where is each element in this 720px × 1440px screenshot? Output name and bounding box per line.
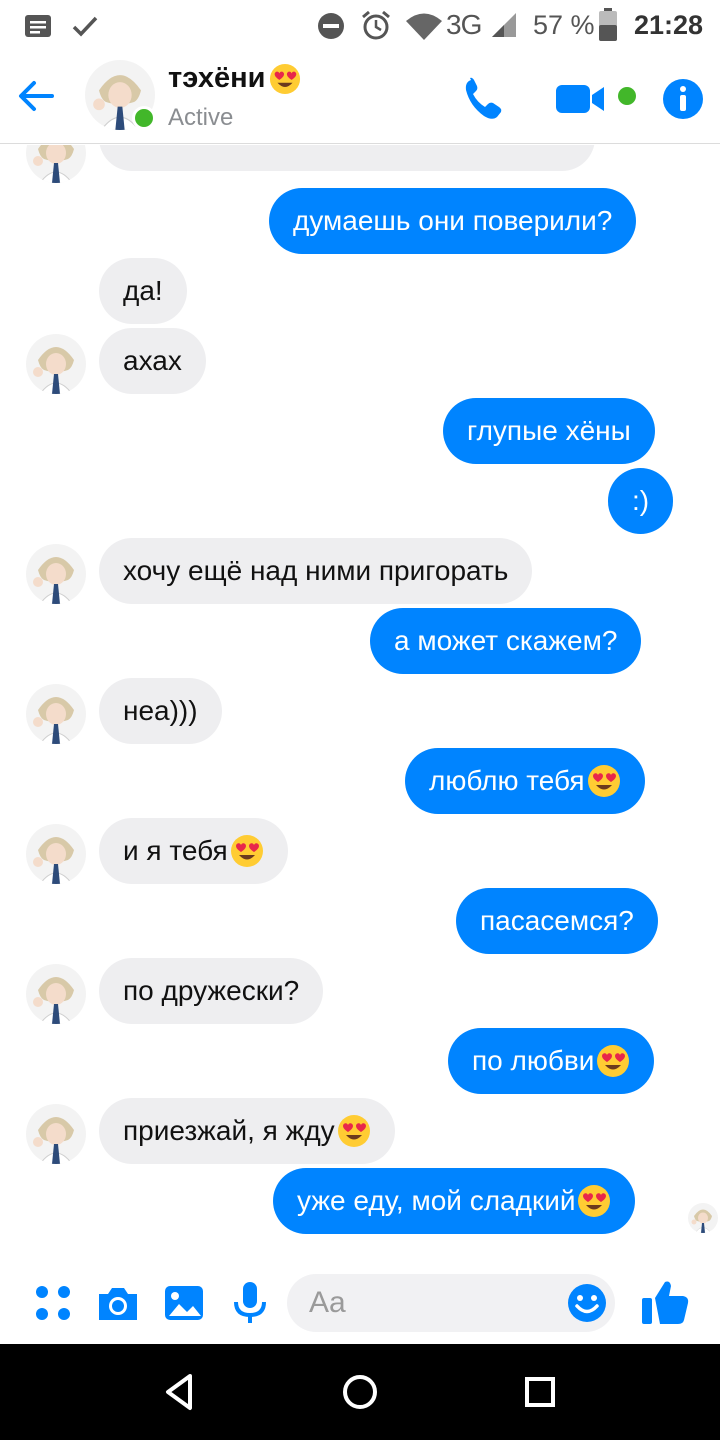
wifi-icon <box>406 13 442 40</box>
nav-home-icon[interactable] <box>338 1370 382 1414</box>
do-not-disturb-icon <box>318 13 344 39</box>
seen-receipt-avatar <box>688 1203 718 1233</box>
message-text: хочу ещё над ними пригорать <box>123 555 509 586</box>
message-text: неа))) <box>123 695 198 726</box>
message-text: пасасемся? <box>480 905 634 936</box>
message-text: по любви <box>472 1045 595 1076</box>
message-bubble-outgoing[interactable]: люблю тебя <box>405 748 645 814</box>
avatar[interactable] <box>26 824 86 884</box>
contact-name-text: тэхёни <box>168 62 266 94</box>
status-bar: 3G 57 % 21:28 <box>0 0 720 52</box>
avatar[interactable] <box>26 334 86 394</box>
heart-eyes-emoji-icon <box>230 834 264 868</box>
message-text: и я тебя <box>123 835 228 866</box>
check-icon <box>72 16 98 37</box>
contact-name[interactable]: тэхёни <box>168 62 301 95</box>
message-text: ахах <box>123 345 182 376</box>
alarm-icon <box>362 10 390 40</box>
message-text: приезжай, я жду <box>123 1115 335 1146</box>
message-bubble-outgoing[interactable]: по любви <box>448 1028 655 1094</box>
heart-eyes-emoji-icon <box>587 764 621 798</box>
thumbs-up-icon[interactable] <box>640 1278 690 1328</box>
battery-percent: 57 % <box>533 9 595 40</box>
avatar[interactable] <box>26 544 86 604</box>
avatar[interactable] <box>26 964 86 1024</box>
heart-eyes-emoji-icon <box>269 63 301 95</box>
message-bubble-incoming[interactable]: ахах <box>99 328 206 394</box>
message-bubble-incoming[interactable]: приезжай, я жду <box>99 1098 395 1164</box>
cell-signal-icon <box>492 13 516 37</box>
active-status-dot <box>132 106 156 130</box>
phone-icon[interactable] <box>462 76 508 122</box>
message-list[interactable]: думаешь они поверили? да! ахах глупые хё… <box>0 145 720 1260</box>
android-nav-bar <box>0 1344 720 1440</box>
message-text: да! <box>123 275 163 306</box>
message-bubble-incoming[interactable]: хочу ещё над ними пригорать <box>99 538 533 604</box>
contact-status: Active <box>168 104 234 131</box>
message-bubble-outgoing[interactable]: пасасемся? <box>456 888 658 954</box>
message-text: уже еду, мой сладкий <box>297 1185 576 1216</box>
clock: 21:28 <box>634 9 704 40</box>
camera-icon[interactable] <box>95 1280 141 1326</box>
video-active-dot <box>618 87 636 105</box>
message-text: по дружески? <box>123 975 300 1006</box>
video-camera-icon[interactable] <box>556 82 606 116</box>
microphone-icon[interactable] <box>227 1280 273 1326</box>
message-bubble-incoming[interactable]: по дружески? <box>99 958 324 1024</box>
nav-recents-icon[interactable] <box>518 1370 562 1414</box>
message-text: :) <box>632 485 650 516</box>
battery-icon <box>599 8 617 41</box>
message-bubble-outgoing[interactable]: думаешь они поверили? <box>269 188 637 254</box>
network-type: 3G <box>446 9 482 40</box>
message-bubble-incoming[interactable]: неа))) <box>99 678 222 744</box>
message-bubble-incoming[interactable]: и я тебя <box>99 818 288 884</box>
message-text: а может скажем? <box>394 625 618 656</box>
composer-bar <box>0 1262 720 1344</box>
message-text: глупые хёны <box>467 415 631 446</box>
avatar[interactable] <box>26 145 86 183</box>
heart-eyes-emoji-icon <box>596 1044 630 1078</box>
back-arrow-icon[interactable] <box>14 74 58 118</box>
message-bubble-partial[interactable] <box>99 145 595 171</box>
nav-back-icon[interactable] <box>158 1370 202 1414</box>
message-bubble-outgoing[interactable]: уже еду, мой сладкий <box>273 1168 636 1234</box>
message-bubble-outgoing[interactable]: а может скажем? <box>370 608 642 674</box>
image-icon[interactable] <box>161 1280 207 1326</box>
avatar[interactable] <box>26 1104 86 1164</box>
message-text: думаешь они поверили? <box>293 205 613 236</box>
message-text: люблю тебя <box>429 765 585 796</box>
message-bubble-outgoing[interactable]: глупые хёны <box>443 398 655 464</box>
smiley-icon[interactable] <box>567 1283 607 1323</box>
apps-grid-icon[interactable] <box>30 1280 76 1326</box>
heart-eyes-emoji-icon <box>337 1114 371 1148</box>
heart-eyes-emoji-icon <box>577 1184 611 1218</box>
notification-icon <box>25 15 51 37</box>
message-input[interactable] <box>287 1274 615 1332</box>
conversation-header: тэхёни Active <box>0 52 720 144</box>
info-icon[interactable] <box>662 78 704 120</box>
message-bubble-outgoing[interactable]: :) <box>608 468 674 534</box>
message-bubble-incoming[interactable]: да! <box>99 258 187 324</box>
avatar[interactable] <box>26 684 86 744</box>
